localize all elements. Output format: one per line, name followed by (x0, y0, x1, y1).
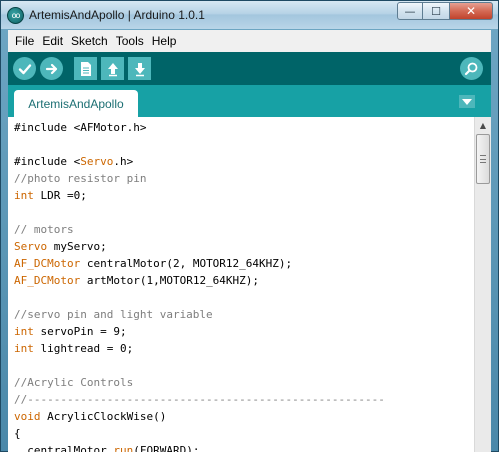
code-editor[interactable]: #include <AFMotor.h> #include <Servo.h>//… (8, 117, 491, 452)
serial-monitor-button[interactable] (460, 57, 483, 80)
code-keyword: AF_DCMotor (14, 257, 81, 270)
code-keyword: int (14, 325, 34, 338)
new-sketch-button[interactable] (74, 57, 97, 80)
code-line[interactable]: int LDR =0; (14, 187, 474, 204)
tab-strip: ArtemisAndApollo (8, 85, 491, 117)
grip-icon (480, 155, 486, 163)
code-line[interactable]: //servo pin and light variable (14, 306, 474, 323)
code-line[interactable] (14, 357, 474, 374)
code-token: .h> (113, 155, 134, 168)
check-icon (18, 63, 31, 74)
code-comment: // motors (14, 223, 74, 236)
code-line[interactable]: centralMotor.run(FORWARD); (14, 442, 474, 452)
menu-edit[interactable]: Edit (38, 34, 67, 48)
code-line[interactable]: { (14, 425, 474, 442)
window-title: ArtemisAndApollo | Arduino 1.0.1 (29, 8, 205, 22)
code-line[interactable] (14, 136, 474, 153)
code-text[interactable]: #include <AFMotor.h> #include <Servo.h>//… (14, 119, 474, 452)
vertical-scrollbar[interactable]: ▲ (474, 117, 491, 452)
code-token: centralMotor(2, MOTOR12_64KHZ); (80, 257, 293, 270)
arrow-up-icon (107, 62, 118, 76)
code-keyword: void (14, 410, 41, 423)
menu-file[interactable]: File (11, 34, 38, 48)
code-line[interactable] (14, 289, 474, 306)
scroll-thumb[interactable] (476, 134, 490, 184)
close-button[interactable]: ✕ (449, 2, 493, 20)
code-line[interactable] (14, 204, 474, 221)
menu-help[interactable]: Help (148, 34, 181, 48)
code-line[interactable]: void AcrylicClockWise() (14, 408, 474, 425)
title-bar[interactable]: oo ArtemisAndApollo | Arduino 1.0.1 — ☐ … (1, 1, 498, 29)
code-line[interactable]: int lightread = 0; (14, 340, 474, 357)
code-token: (FORWARD); (133, 444, 200, 452)
tab-artemisandapollo[interactable]: ArtemisAndApollo (14, 90, 138, 117)
upload-button[interactable] (40, 57, 63, 80)
code-token: lightread = 0; (33, 342, 134, 355)
code-comment: //Acrylic Controls (14, 376, 134, 389)
scroll-up-arrow-icon[interactable]: ▲ (475, 117, 491, 134)
magnifier-icon (464, 62, 478, 76)
code-token: servoPin = 9; (33, 325, 127, 338)
minimize-button[interactable]: — (397, 2, 423, 20)
code-token: { (14, 427, 21, 440)
save-button[interactable] (128, 57, 151, 80)
code-token: myServo; (47, 240, 107, 253)
code-token: artMotor(1,MOTOR12_64KHZ); (80, 274, 260, 287)
code-token: LDR =0; (33, 189, 87, 202)
toolbar (8, 52, 491, 85)
maximize-button[interactable]: ☐ (423, 2, 449, 20)
code-line[interactable]: Servo myServo; (14, 238, 474, 255)
code-comment: //photo resistor pin (14, 172, 147, 185)
window-controls: — ☐ ✕ (397, 2, 493, 20)
code-keyword: Servo (14, 240, 48, 253)
code-keyword: int (14, 189, 34, 202)
code-line[interactable]: //--------------------------------------… (14, 391, 474, 408)
code-line[interactable]: #include <AFMotor.h> (14, 119, 474, 136)
tab-menu-button[interactable] (459, 95, 475, 108)
code-comment: //--------------------------------------… (14, 393, 385, 406)
code-line[interactable]: //photo resistor pin (14, 170, 474, 187)
triangle-down-icon (462, 98, 472, 105)
code-line[interactable]: // motors (14, 221, 474, 238)
code-keyword: Servo (80, 155, 114, 168)
code-token: #include < (14, 155, 81, 168)
code-comment: //servo pin and light variable (14, 308, 213, 321)
arrow-right-icon (45, 63, 57, 74)
code-token: centralMotor. (14, 444, 114, 452)
menu-tools[interactable]: Tools (112, 34, 148, 48)
new-file-icon (80, 61, 91, 76)
code-keyword: run (113, 444, 134, 452)
arduino-app-icon: oo (7, 6, 24, 24)
arrow-down-icon (134, 62, 145, 76)
code-line[interactable]: int servoPin = 9; (14, 323, 474, 340)
code-keyword: AF_DCMotor (14, 274, 81, 287)
code-line[interactable]: AF_DCMotor centralMotor(2, MOTOR12_64KHZ… (14, 255, 474, 272)
code-line[interactable]: AF_DCMotor artMotor(1,MOTOR12_64KHZ); (14, 272, 474, 289)
code-line[interactable]: //Acrylic Controls (14, 374, 474, 391)
code-token: AcrylicClockWise() (40, 410, 167, 423)
code-keyword: int (14, 342, 34, 355)
arduino-window: oo ArtemisAndApollo | Arduino 1.0.1 — ☐ … (0, 0, 499, 452)
code-token: #include <AFMotor.h> (14, 121, 147, 134)
verify-button[interactable] (13, 57, 36, 80)
menu-sketch[interactable]: Sketch (67, 34, 112, 48)
open-button[interactable] (101, 57, 124, 80)
code-line[interactable]: #include <Servo.h> (14, 153, 474, 170)
menu-bar: File Edit Sketch Tools Help (8, 30, 491, 52)
